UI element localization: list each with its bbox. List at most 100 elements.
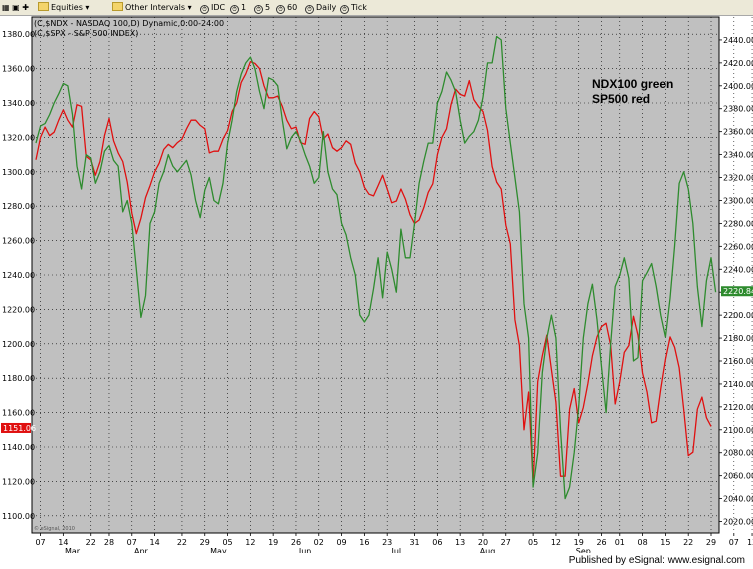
other-intervals-label: Other Intervals xyxy=(125,3,186,12)
right-axis-tick-label: 2360.00 xyxy=(723,128,753,137)
chart-toolbar: ▦ ▣ ✚ Equities ▾ Other Intervals ▾ ⏱ IDC … xyxy=(0,0,753,16)
interval-icon: ⏱ xyxy=(200,5,209,14)
idc-label: IDC xyxy=(211,3,226,12)
interval-icon: ⏱ xyxy=(230,5,239,14)
x-axis-day-label: 20 xyxy=(478,538,488,547)
toolbar-icons[interactable]: ▦ ▣ ✚ xyxy=(2,2,29,13)
x-axis-day-label: 07 xyxy=(127,538,137,547)
right-axis-tick-label: 2180.00 xyxy=(723,334,753,343)
published-by-text: Published by eSignal: www.esignal.com xyxy=(568,555,745,566)
right-axis-tick-label: 2080.00 xyxy=(723,449,753,458)
x-axis-day-label: 12 xyxy=(245,538,255,547)
left-axis-tick-label: 1160.00 xyxy=(2,409,35,418)
x-axis-day-label: 07 xyxy=(35,538,45,547)
left-axis-tick-label: 1300.00 xyxy=(2,168,35,177)
right-axis-tick-label: 2320.00 xyxy=(723,174,753,183)
left-axis-tick-label: 1360.00 xyxy=(2,65,35,74)
interval-60-label: 60 xyxy=(287,3,298,12)
interval-1-label: 1 xyxy=(241,3,247,12)
right-axis-tick-label: 2400.00 xyxy=(723,82,753,91)
other-intervals-menu[interactable]: Other Intervals ▾ xyxy=(112,2,192,13)
x-axis-day-label: 14 xyxy=(149,538,159,547)
footer: Published by eSignal: www.esignal.com xyxy=(0,553,753,569)
right-axis-tick-label: 2160.00 xyxy=(723,357,753,366)
x-axis-day-label: 19 xyxy=(574,538,584,547)
x-axis-day-label: 05 xyxy=(222,538,232,547)
x-axis-day-label: 01 xyxy=(615,538,625,547)
interval-icon: ⏱ xyxy=(340,5,349,14)
right-axis-tick-label: 2420.00 xyxy=(723,59,753,68)
legend-ndx: (C,$NDX - NASDAQ 100,D) Dynamic,0:00-24:… xyxy=(34,19,224,28)
x-axis-day-label: 22 xyxy=(177,538,187,547)
x-axis-day-label: 08 xyxy=(637,538,647,547)
x-axis-day-label: 02 xyxy=(314,538,324,547)
ndx-last-value-label: 2220.84 xyxy=(723,287,753,296)
x-axis-day-label: 06 xyxy=(432,538,442,547)
left-axis-tick-label: 1320.00 xyxy=(2,133,35,142)
left-axis-tick-label: 1220.00 xyxy=(2,305,35,314)
x-axis-day-label: 31 xyxy=(409,538,419,547)
right-axis-tick-label: 2020.00 xyxy=(723,518,753,527)
x-axis-day-label: 13 xyxy=(747,538,753,547)
interval-1-button[interactable]: ⏱ 1 xyxy=(230,2,247,14)
right-axis-tick-label: 2120.00 xyxy=(723,403,753,412)
x-axis-day-label: 28 xyxy=(104,538,114,547)
interval-icon: ⏱ xyxy=(305,5,314,14)
daily-interval-button[interactable]: ⏱ Daily xyxy=(305,2,337,14)
interval-5-button[interactable]: ⏱ 5 xyxy=(254,2,271,14)
x-axis-day-label: 26 xyxy=(596,538,606,547)
left-axis-tick-label: 1120.00 xyxy=(2,477,35,486)
right-axis-tick-label: 2380.00 xyxy=(723,105,753,114)
folder-icon xyxy=(112,2,123,11)
right-axis-tick-label: 2280.00 xyxy=(723,219,753,228)
interval-icon: ⏱ xyxy=(276,5,285,14)
daily-label: Daily xyxy=(316,3,337,12)
x-axis-day-label: 13 xyxy=(455,538,465,547)
x-axis-day-label: 07 xyxy=(729,538,739,547)
x-axis-day-label: 05 xyxy=(528,538,538,547)
left-axis-tick-label: 1280.00 xyxy=(2,202,35,211)
interval-icon: ⏱ xyxy=(254,5,263,14)
left-axis-tick-label: 1200.00 xyxy=(2,340,35,349)
x-axis-day-label: 29 xyxy=(706,538,716,547)
right-axis-tick-label: 2200.00 xyxy=(723,311,753,320)
equities-label: Equities xyxy=(51,3,83,12)
right-axis-tick-label: 2340.00 xyxy=(723,151,753,160)
equities-menu[interactable]: Equities ▾ xyxy=(38,2,89,13)
left-axis-tick-label: 1180.00 xyxy=(2,374,35,383)
interval-5-label: 5 xyxy=(265,3,271,12)
x-axis-day-label: 26 xyxy=(291,538,301,547)
folder-icon xyxy=(38,2,49,11)
annotation-ndx: NDX100 green xyxy=(592,77,673,91)
idc-interval-button[interactable]: ⏱ IDC xyxy=(200,2,226,14)
tick-label: Tick xyxy=(351,3,367,12)
x-axis-day-label: 22 xyxy=(86,538,96,547)
price-chart: 1100.00 1120.00 1140.00 1160.00 1180.00 1200.… xyxy=(0,16,753,553)
x-axis-day-label: 29 xyxy=(200,538,210,547)
right-axis-tick-label: 2100.00 xyxy=(723,426,753,435)
left-axis-tick-label: 1380.00 xyxy=(2,30,35,39)
right-axis-tick-label: 2260.00 xyxy=(723,242,753,251)
left-axis-tick-label: 1100.00 xyxy=(2,512,35,521)
legend-spx: (C,$SPX - S&P 500 INDEX) xyxy=(34,29,138,38)
tick-interval-button[interactable]: ⏱ Tick xyxy=(340,2,367,14)
watermark: © eSignal, 2010 xyxy=(34,525,75,532)
right-axis-tick-label: 2040.00 xyxy=(723,495,753,504)
left-axis-tick-label: 1260.00 xyxy=(2,237,35,246)
right-axis-tick-label: 2240.00 xyxy=(723,265,753,274)
x-axis-day-label: 15 xyxy=(660,538,670,547)
left-axis-tick-label: 1340.00 xyxy=(2,99,35,108)
right-axis-tick-label: 2060.00 xyxy=(723,472,753,481)
interval-60-button[interactable]: ⏱ 60 xyxy=(276,2,298,14)
x-axis-day-label: 22 xyxy=(683,538,693,547)
x-axis-day-label: 09 xyxy=(336,538,346,547)
x-axis-day-label: 16 xyxy=(359,538,369,547)
right-axis-tick-label: 2440.00 xyxy=(723,36,753,45)
x-axis-day-label: 12 xyxy=(551,538,561,547)
x-axis-day-label: 23 xyxy=(382,538,392,547)
spx-last-value-label: 1151.06 xyxy=(3,424,36,433)
left-axis-tick-label: 1240.00 xyxy=(2,271,35,280)
x-axis-day-label: 14 xyxy=(58,538,68,547)
annotation-spx: SP500 red xyxy=(592,92,650,106)
right-axis-tick-label: 2140.00 xyxy=(723,380,753,389)
